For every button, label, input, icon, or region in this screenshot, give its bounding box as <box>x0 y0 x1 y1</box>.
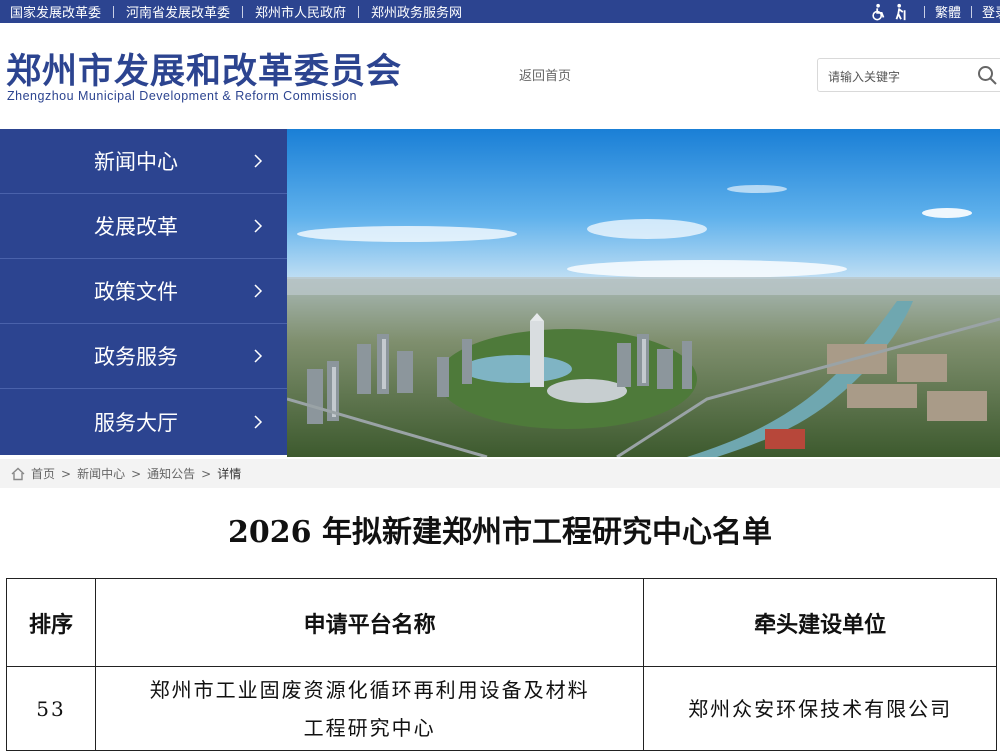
site-subtitle: Zhengzhou Municipal Development & Reform… <box>7 89 357 103</box>
top-link-zhengzhou-gov[interactable]: 郑州市人民政府 <box>255 2 346 21</box>
top-bar: 国家发展改革委 河南省发展改革委 郑州市人民政府 郑州政务服务网 繁體 登录 <box>0 0 1000 23</box>
cell-index: 53 <box>6 666 96 751</box>
platform-name-line: 工程研究中心 <box>303 715 436 740</box>
breadcrumb-separator: > <box>131 466 142 481</box>
login-link[interactable]: 登录 <box>982 2 1000 21</box>
nav-item-government-services[interactable]: 政务服务 <box>0 324 287 389</box>
breadcrumb: 首页 > 新闻中心 > 通知公告 > 详情 <box>0 459 1000 488</box>
traditional-chinese-link[interactable]: 繁體 <box>935 2 961 21</box>
site-header: 郑州市发展和改革委员会 Zhengzhou Municipal Developm… <box>0 23 1000 129</box>
nav-item-service-hall[interactable]: 服务大厅 <box>0 389 287 454</box>
search-icon[interactable] <box>976 64 998 86</box>
top-link-henan-drc[interactable]: 河南省发展改革委 <box>126 2 230 21</box>
article-title: 2026 年拟新建郑州市工程研究中心名单 <box>228 515 772 550</box>
nav-item-policy-documents[interactable]: 政策文件 <box>0 259 287 324</box>
cell-lead-unit: 郑州众安环保技术有限公司 <box>643 666 997 751</box>
engineering-center-table: 排序 申请平台名称 牵头建设单位 53 郑州市工业固废资源化循环再利用设备及材料… <box>6 578 997 751</box>
top-right-tools: 繁體 登录 <box>870 0 1000 23</box>
nav-item-news[interactable]: 新闻中心 <box>0 129 287 194</box>
divider <box>242 5 244 18</box>
nav-item-label: 政务服务 <box>94 345 178 369</box>
top-link-ndrc[interactable]: 国家发展改革委 <box>10 2 101 21</box>
column-header-lead-unit: 牵头建设单位 <box>643 578 997 667</box>
chevron-right-icon <box>254 284 263 298</box>
breadcrumb-separator: > <box>201 466 212 481</box>
top-links: 国家发展改革委 河南省发展改革委 郑州市人民政府 郑州政务服务网 <box>10 0 462 23</box>
chevron-right-icon <box>254 219 263 233</box>
breadcrumb-separator: > <box>61 466 72 481</box>
search-box[interactable]: 请输入关键字 <box>817 58 1000 92</box>
nav-item-label: 服务大厅 <box>94 410 178 435</box>
home-icon <box>11 467 25 480</box>
chevron-right-icon <box>254 414 263 429</box>
table-header-row: 排序 申请平台名称 牵头建设单位 <box>6 578 997 667</box>
nav-item-label: 政策文件 <box>94 280 178 304</box>
table-row: 53 郑州市工业固废资源化循环再利用设备及材料 工程研究中心 郑州众安环保技术有… <box>6 666 997 751</box>
breadcrumb-news[interactable]: 新闻中心 <box>77 465 125 482</box>
nav-item-label: 发展改革 <box>94 215 178 239</box>
divider <box>358 5 360 18</box>
wheelchair-accessibility-icon[interactable] <box>870 3 888 21</box>
cell-platform-name: 郑州市工业固废资源化循环再利用设备及材料 工程研究中心 <box>94 666 645 751</box>
divider <box>970 5 972 18</box>
divider <box>113 5 115 18</box>
top-link-gov-service[interactable]: 郑州政务服务网 <box>371 2 462 21</box>
elderly-mode-icon[interactable] <box>892 3 910 21</box>
column-header-index: 排序 <box>6 578 96 667</box>
city-banner-image <box>287 129 1000 457</box>
column-header-platform-name: 申请平台名称 <box>94 578 645 667</box>
chevron-right-icon <box>254 349 263 363</box>
search-input[interactable]: 请输入关键字 <box>828 68 900 85</box>
breadcrumb-notices[interactable]: 通知公告 <box>147 465 195 482</box>
main-nav: 新闻中心 发展改革 政策文件 政务服务 服务大厅 <box>0 129 287 455</box>
nav-item-development-reform[interactable]: 发展改革 <box>0 194 287 259</box>
city-skyline-illustration <box>287 129 1000 457</box>
nav-item-label: 新闻中心 <box>94 150 178 174</box>
site-title[interactable]: 郑州市发展和改革委员会 <box>6 43 402 94</box>
return-home-link[interactable]: 返回首页 <box>519 65 571 84</box>
chevron-right-icon <box>254 154 263 168</box>
breadcrumb-current: 详情 <box>217 467 242 481</box>
platform-name-line: 郑州市工业固废资源化循环再利用设备及材料 <box>149 677 590 702</box>
breadcrumb-home[interactable]: 首页 <box>31 465 55 482</box>
divider <box>923 5 925 18</box>
